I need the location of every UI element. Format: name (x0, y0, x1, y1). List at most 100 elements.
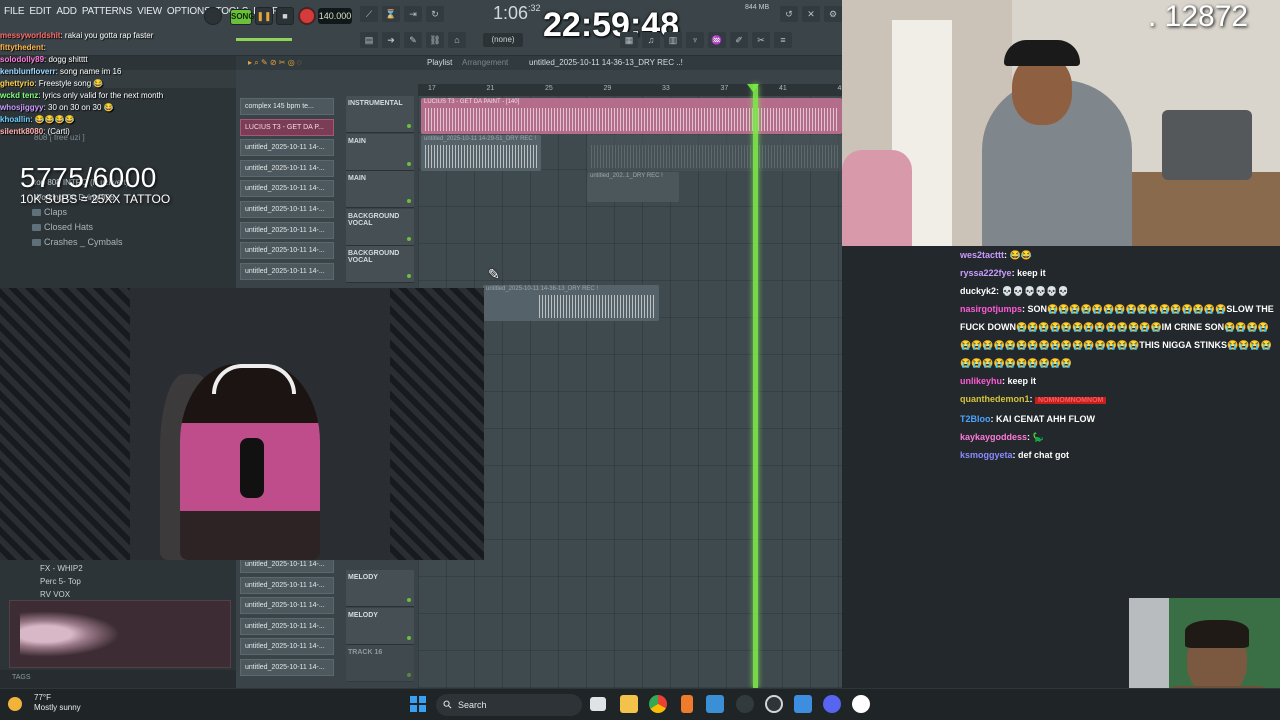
chat-username[interactable]: wckd tenz (0, 91, 38, 100)
track-header[interactable]: MELODY (346, 607, 414, 645)
chat-username[interactable]: ghettyrio (0, 79, 34, 88)
record-button[interactable] (298, 7, 316, 25)
undo-icon[interactable]: ↺ (780, 6, 798, 22)
fl-studio-icon[interactable] (681, 695, 693, 713)
clip-main-ghost[interactable] (587, 135, 842, 171)
clip-instrumental[interactable]: LUCIUS T3 - GET DA PAINT - [140] (421, 98, 842, 134)
tools-icon[interactable]: ⚙ (824, 6, 842, 22)
track-mute-icon[interactable] (407, 673, 411, 677)
pattern-item[interactable]: untitled_2025-10-11 14-... (240, 200, 334, 218)
track-header[interactable]: MAIN (346, 133, 414, 171)
track-mute-icon[interactable] (407, 635, 411, 640)
taskbar-search[interactable]: Search (436, 694, 582, 716)
metronome-icon[interactable]: ⟋ (360, 6, 378, 22)
pattern-item[interactable]: LUCIUS T3 - GET DA P... (240, 118, 334, 136)
chat-username[interactable]: fittythedent (0, 43, 44, 52)
bell-icon[interactable]: ⌂ (448, 32, 466, 48)
chat-username[interactable]: messyworldshit (0, 31, 60, 40)
pattern-item[interactable]: untitled_2025-10-11 14-... (240, 159, 334, 177)
playhead[interactable] (753, 84, 758, 688)
pattern-item[interactable]: untitled_2025-10-11 14-... (240, 242, 334, 260)
discord-icon[interactable] (823, 695, 841, 713)
menu-view[interactable]: VIEW (137, 6, 162, 17)
pattern-selector[interactable]: (none) (483, 33, 523, 47)
sample-preview-waveform[interactable] (9, 600, 231, 668)
chat-username[interactable]: quanthedemon1 (960, 394, 1030, 404)
chat-username[interactable]: wes2tacttt (960, 250, 1004, 260)
menu-icon[interactable]: ≡ (774, 32, 792, 48)
cpu-knob-icon[interactable] (204, 7, 222, 25)
browser-file[interactable]: FX - WHIP2 (40, 562, 83, 575)
app-icon[interactable] (794, 695, 812, 713)
chat-username[interactable]: whosjiggyy (0, 103, 44, 112)
weather-widget[interactable]: 77°F Mostly sunny (8, 693, 81, 713)
pattern-item[interactable]: untitled_2025-10-11 14-... (240, 221, 334, 239)
chat-username[interactable]: T2Bloo (960, 414, 991, 424)
chat-username[interactable]: ksmoggyeta (960, 450, 1013, 460)
track-header[interactable]: MAIN (346, 171, 414, 208)
steam-icon[interactable] (765, 695, 783, 713)
pattern-item[interactable]: untitled_2025-10-11 14-... (240, 139, 334, 157)
playlist-arrangement[interactable]: Arrangement (462, 58, 508, 67)
plugin-icon[interactable]: ♆ (686, 32, 704, 48)
loop-record-icon[interactable]: ↻ (426, 6, 444, 22)
windows-start-icon[interactable] (410, 696, 426, 712)
track-header[interactable]: INSTRUMENTAL (346, 96, 414, 133)
menu-add[interactable]: ADD (56, 6, 77, 17)
browser-icon[interactable]: ▥ (664, 32, 682, 48)
task-view-icon[interactable] (590, 697, 606, 711)
menu-edit[interactable]: EDIT (29, 6, 51, 17)
song-mode-button[interactable]: SONG (230, 9, 255, 25)
clip-main-1[interactable]: untitled_2025-10-11 14-29-51_DRY REC ! (421, 135, 541, 171)
browser-file[interactable]: Perc 5- Top (40, 575, 83, 588)
track-mute-icon[interactable] (407, 124, 411, 128)
mixer-icon[interactable]: ✕ (802, 6, 820, 22)
playlist-icon[interactable]: ▤ (360, 32, 378, 48)
snap-icon[interactable]: ▸ ⌕ ✎ ⊘ ✂ ◎ ◌ (248, 58, 302, 68)
obs-icon[interactable] (736, 695, 754, 713)
tags-bar[interactable]: TAGS (0, 670, 236, 688)
pencil-icon[interactable]: ✎ (404, 32, 422, 48)
clip-floating[interactable]: untitled_2025-10-11 14-36-13_DRY REC ! (483, 285, 659, 321)
pause-button[interactable]: ❚❚ (255, 7, 273, 25)
pattern-item[interactable]: untitled_2025-10-11 14-... (240, 617, 334, 635)
track-mute-icon[interactable] (407, 161, 411, 166)
capture-icon[interactable]: ✂ (752, 32, 770, 48)
brush-icon[interactable]: ✐ (730, 32, 748, 48)
master-volume-slider[interactable] (236, 38, 292, 41)
track-header[interactable]: BACKGROUND VOCAL (346, 208, 414, 246)
pattern-item[interactable]: untitled_2025-10-11 14-... (240, 597, 334, 615)
browser-folder-crashes[interactable]: Crashes _ Cymbals (24, 235, 129, 250)
mixer-view-icon[interactable]: ♒ (708, 32, 726, 48)
chat-username[interactable]: kenblunfloverr (0, 67, 56, 76)
pattern-item[interactable]: untitled_2025-10-11 14-... (240, 576, 334, 594)
chat-username[interactable]: kaykaygoddess (960, 432, 1027, 442)
pattern-item[interactable]: untitled_2025-10-11 14-... (240, 180, 334, 198)
capcut-icon[interactable] (852, 695, 870, 713)
browser-folder-closed-hats[interactable]: Closed Hats (24, 220, 129, 235)
chat-username[interactable]: silentk8080 (0, 127, 43, 136)
piano-roll-icon[interactable]: ♫ (642, 32, 660, 48)
arrow-icon[interactable]: ➜ (382, 32, 400, 48)
chrome-icon[interactable] (649, 695, 667, 713)
pattern-item[interactable]: complex 145 bpm te... (240, 98, 334, 115)
track-mute-icon[interactable] (407, 598, 411, 602)
tempo-display[interactable]: 140.000 (318, 8, 352, 24)
link-icon[interactable]: ⛓ (426, 32, 444, 48)
chat-username[interactable]: solodolly89 (0, 55, 44, 64)
stop-button[interactable]: ■ (276, 7, 294, 25)
menu-patterns[interactable]: PATTERNS (82, 6, 132, 17)
store-icon[interactable] (706, 695, 724, 713)
track-header[interactable]: BACKGROUND VOCAL (346, 246, 414, 283)
channel-rack-icon[interactable]: ▦ (620, 32, 638, 48)
wait-icon[interactable]: ⌛ (382, 6, 400, 22)
track-mute-icon[interactable] (407, 199, 411, 203)
timeline-ruler[interactable]: 1721252933374145 (418, 84, 845, 96)
chat-username[interactable]: duckyk2 (960, 286, 996, 296)
chat-username[interactable]: ryssa222fye (960, 268, 1012, 278)
browser-folder-claps[interactable]: Claps (24, 205, 129, 220)
clip-main-2[interactable]: untitled_202..1_DRY REC ! (587, 172, 679, 202)
pattern-item[interactable]: untitled_2025-10-11 14-... (240, 658, 334, 676)
countdown-icon[interactable]: ⇥ (404, 6, 422, 22)
chat-username[interactable]: unlikeyhu (960, 376, 1002, 386)
